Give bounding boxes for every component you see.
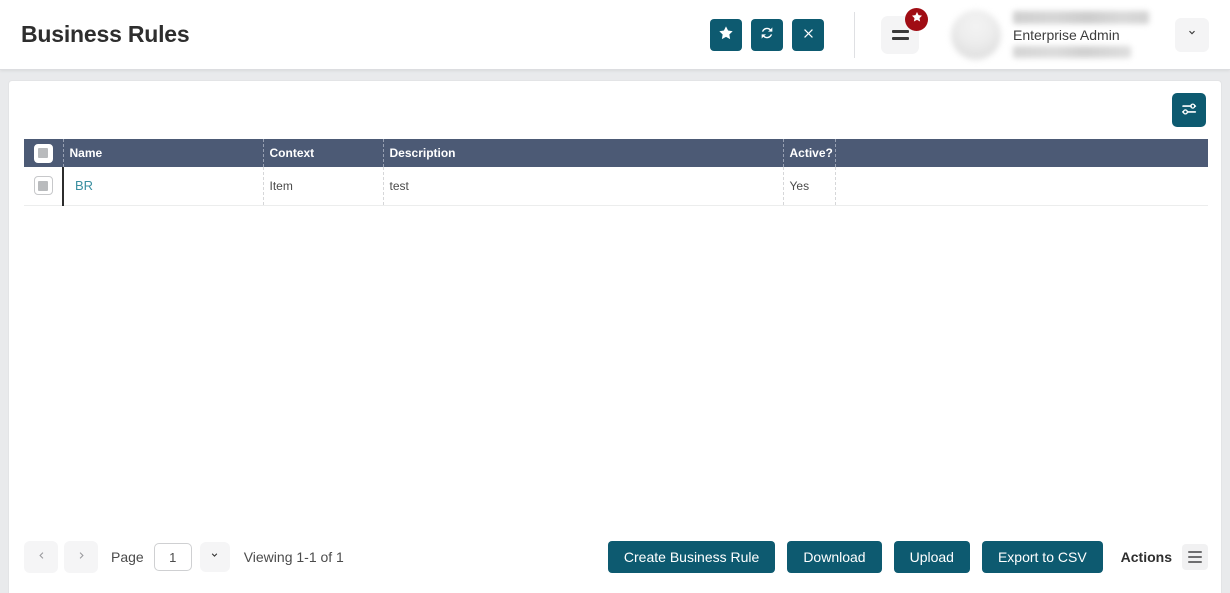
user-role: Enterprise Admin xyxy=(1013,27,1120,43)
main-menu-wrapper xyxy=(881,7,928,54)
hamburger-icon-bar xyxy=(891,36,909,40)
page-size-dropdown-button[interactable] xyxy=(199,542,230,572)
hamburger-icon-bar xyxy=(891,29,909,33)
previous-page-button[interactable] xyxy=(24,541,58,573)
row-select-cell xyxy=(24,167,63,206)
user-subtitle-redacted xyxy=(1013,46,1131,58)
chevron-down-icon xyxy=(1185,26,1199,43)
column-header-description[interactable]: Description xyxy=(383,139,784,167)
page-title: Business Rules xyxy=(21,21,190,47)
column-header-name[interactable]: Name xyxy=(63,139,264,167)
hamburger-icon-bar xyxy=(1188,561,1202,563)
cell-name: BR xyxy=(62,167,264,206)
header-divider xyxy=(854,11,855,58)
cell-active: Yes xyxy=(783,167,836,206)
column-header-filler xyxy=(835,139,1208,167)
column-header-context[interactable]: Context xyxy=(263,139,384,167)
next-page-button[interactable] xyxy=(64,541,98,573)
favorite-button[interactable] xyxy=(710,18,742,51)
filter-settings-button[interactable] xyxy=(1172,93,1206,127)
page-number-input[interactable] xyxy=(153,543,192,571)
menu-star-badge xyxy=(905,7,928,31)
business-rules-table: Name Context Description Active? BR Item… xyxy=(24,139,1208,206)
sliders-icon xyxy=(1180,100,1198,121)
chevron-right-icon xyxy=(75,549,88,565)
actions-label: Actions xyxy=(1120,549,1172,565)
download-button[interactable]: Download xyxy=(787,541,882,573)
content-card: Name Context Description Active? BR Item… xyxy=(8,80,1222,593)
close-button[interactable] xyxy=(792,18,824,51)
table-header-row: Name Context Description Active? xyxy=(24,139,1208,167)
user-dropdown-button[interactable] xyxy=(1175,17,1209,52)
table-head: Name Context Description Active? xyxy=(24,139,1208,167)
refresh-button[interactable] xyxy=(751,18,783,51)
hamburger-icon-bar xyxy=(1188,556,1202,558)
upload-button[interactable]: Upload xyxy=(893,541,970,573)
create-business-rule-button[interactable]: Create Business Rule xyxy=(607,541,776,573)
user-name-redacted xyxy=(1013,11,1149,24)
column-header-active[interactable]: Active? xyxy=(783,139,836,167)
grid-toolbar xyxy=(9,81,1221,139)
table-row[interactable]: BR Item test Yes xyxy=(24,167,1208,206)
chevron-left-icon xyxy=(35,549,48,565)
pagination-controls: Page Viewing 1-1 of 1 xyxy=(24,541,344,573)
cell-filler xyxy=(835,167,1208,206)
user-profile[interactable]: Enterprise Admin xyxy=(951,9,1153,60)
avatar xyxy=(951,9,1001,60)
close-icon xyxy=(801,26,816,44)
select-all-cell xyxy=(24,139,64,167)
checkbox-mark xyxy=(38,148,49,158)
cell-context: Item xyxy=(263,167,384,206)
star-icon xyxy=(911,10,923,28)
user-text-block: Enterprise Admin xyxy=(1013,11,1153,58)
header-action-buttons xyxy=(710,18,824,51)
export-to-csv-button[interactable]: Export to CSV xyxy=(981,541,1103,573)
top-header: Business Rules Enterprise Admin xyxy=(0,0,1230,70)
viewing-range-text: Viewing 1-1 of 1 xyxy=(243,549,344,565)
actions-menu-button[interactable] xyxy=(1182,544,1208,570)
page-label: Page xyxy=(111,549,144,565)
business-rule-link[interactable]: BR xyxy=(75,178,93,193)
star-icon xyxy=(718,25,734,44)
chevron-down-icon xyxy=(208,549,221,565)
select-all-checkbox[interactable] xyxy=(33,143,53,163)
checkbox-mark xyxy=(38,180,48,191)
refresh-icon xyxy=(759,25,775,44)
cell-description: test xyxy=(383,167,784,206)
footer-bar: Page Viewing 1-1 of 1 Create Business Ru… xyxy=(9,521,1223,593)
row-checkbox[interactable] xyxy=(33,176,53,196)
hamburger-icon-bar xyxy=(1188,551,1202,553)
table-body: BR Item test Yes xyxy=(24,167,1208,206)
